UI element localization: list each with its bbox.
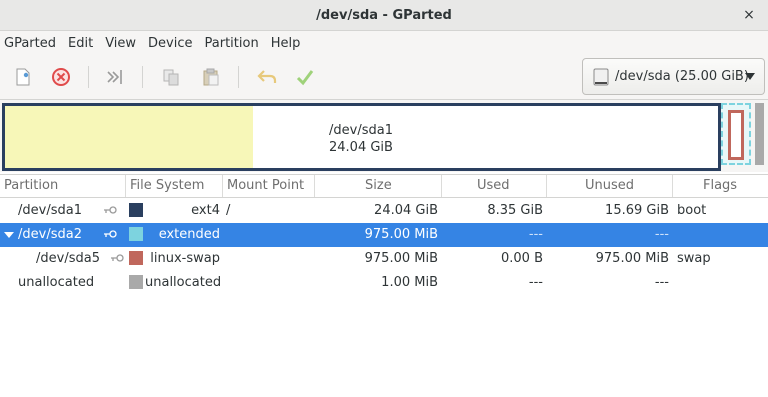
device-selector-label: /dev/sda (25.00 GiB)	[615, 69, 749, 84]
row-used: 8.35 GiB	[487, 203, 543, 218]
key-icon	[104, 230, 117, 238]
row-size: 24.04 GiB	[374, 203, 438, 218]
row-mountpoint: /	[226, 203, 231, 218]
toolbar-separator	[142, 66, 143, 88]
harddisk-icon	[593, 68, 609, 85]
key-icon	[111, 254, 124, 262]
row-size: 1.00 MiB	[381, 275, 438, 290]
row-filesystem: ext4	[191, 203, 220, 218]
row-flags: boot	[677, 203, 707, 218]
diskmap-partition-size: 24.04 GiB	[329, 140, 393, 155]
column-header-mountpoint[interactable]: Mount Point	[223, 175, 315, 197]
row-partition: /dev/sda2	[18, 227, 82, 242]
diskmap-partition-extended[interactable]	[721, 103, 751, 165]
column-header-size[interactable]: Size	[315, 175, 442, 197]
column-header-used[interactable]: Used	[442, 175, 547, 197]
row-unused: ---	[654, 227, 669, 242]
row-used: 0.00 B	[501, 251, 543, 266]
row-unused: ---	[654, 275, 669, 290]
menu-device[interactable]: Device	[142, 36, 198, 51]
column-header-partition[interactable]: Partition	[0, 175, 126, 197]
row-size: 975.00 MiB	[364, 227, 438, 242]
table-row[interactable]: unallocated unallocated 1.00 MiB --- ---	[0, 271, 768, 295]
diskmap-label: /dev/sda1 24.04 GiB	[329, 122, 393, 156]
column-header-filesystem[interactable]: File System	[126, 175, 223, 197]
delete-icon	[52, 68, 70, 86]
row-used: ---	[528, 227, 543, 242]
window-title: /dev/sda - GParted	[316, 7, 452, 23]
key-icon	[104, 206, 117, 214]
diskmap-used-space	[5, 106, 254, 168]
diskmap-partition-name: /dev/sda1	[329, 123, 393, 138]
toolbar-separator	[238, 66, 239, 88]
menu-view[interactable]: View	[99, 36, 142, 51]
row-size: 975.00 MiB	[364, 251, 438, 266]
chevron-down-icon	[745, 73, 755, 80]
diskmap-partition-sda1[interactable]: /dev/sda1 24.04 GiB	[2, 103, 721, 171]
menu-bar: GParted Edit View Device Partition Help	[0, 31, 768, 56]
apply-icon	[296, 70, 314, 86]
table-row[interactable]: /dev/sda1 ext4 / 24.04 GiB 8.35 GiB 15.6…	[0, 199, 768, 223]
toolbar-separator	[88, 66, 89, 88]
menu-help[interactable]: Help	[265, 36, 307, 51]
row-partition: unallocated	[18, 275, 95, 290]
resize-move-icon	[107, 70, 122, 84]
paste-icon	[203, 68, 219, 86]
copy-icon	[163, 69, 179, 86]
new-icon	[16, 68, 30, 86]
row-unused: 975.00 MiB	[595, 251, 669, 266]
table-row-selected[interactable]: /dev/sda2 extended 975.00 MiB --- ---	[0, 223, 768, 247]
filesystem-color-swatch	[129, 227, 143, 241]
paste-button[interactable]	[198, 64, 224, 90]
filesystem-color-swatch	[129, 251, 143, 265]
row-used: ---	[528, 275, 543, 290]
row-filesystem: extended	[158, 227, 220, 242]
menu-partition[interactable]: Partition	[199, 36, 265, 51]
delete-button[interactable]	[48, 64, 74, 90]
resize-move-button[interactable]	[102, 64, 128, 90]
diskmap-unallocated[interactable]	[755, 103, 764, 165]
filesystem-color-swatch	[129, 275, 143, 289]
row-unused: 15.69 GiB	[605, 203, 669, 218]
expander-icon[interactable]	[4, 232, 14, 238]
filesystem-color-swatch	[129, 203, 143, 217]
copy-button[interactable]	[158, 64, 184, 90]
title-bar: /dev/sda - GParted ×	[0, 0, 768, 31]
row-partition: /dev/sda5	[36, 251, 100, 266]
row-flags: swap	[677, 251, 711, 266]
apply-button[interactable]	[292, 64, 318, 90]
menu-edit[interactable]: Edit	[62, 36, 99, 51]
row-partition: /dev/sda1	[18, 203, 82, 218]
close-button[interactable]: ×	[740, 6, 758, 24]
menu-gparted[interactable]: GParted	[0, 36, 62, 51]
new-button[interactable]	[10, 64, 36, 90]
row-filesystem: linux-swap	[150, 251, 220, 266]
device-selector[interactable]: /dev/sda (25.00 GiB)	[582, 58, 765, 95]
undo-icon	[257, 70, 277, 83]
table-row[interactable]: /dev/sda5 linux-swap 975.00 MiB 0.00 B 9…	[0, 247, 768, 271]
diskmap-partition-swap[interactable]	[728, 110, 744, 160]
disk-map: /dev/sda1 24.04 GiB	[0, 100, 768, 172]
row-filesystem: unallocated	[145, 275, 222, 290]
partition-table-header: Partition File System Mount Point Size U…	[0, 174, 768, 198]
column-header-flags[interactable]: Flags	[673, 175, 768, 197]
column-header-unused[interactable]: Unused	[547, 175, 673, 197]
undo-button[interactable]	[254, 64, 280, 90]
